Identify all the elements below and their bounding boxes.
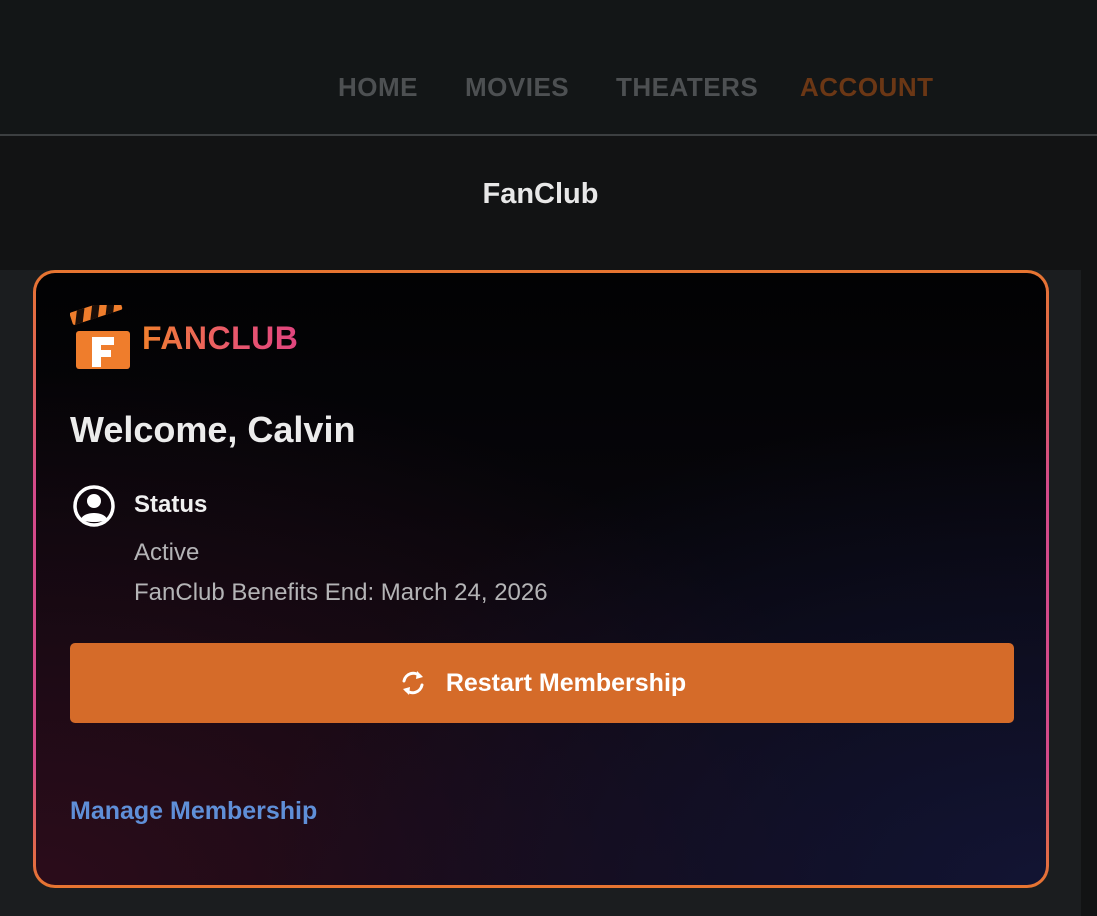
page-title: FanClub [482,178,599,210]
fanclub-card-body: FANCLUB Welcome, Calvin Status Active Fa… [36,273,1046,885]
welcome-heading: Welcome, Calvin [70,409,356,450]
top-navigation: HOME MOVIES THEATERS ACCOUNT [0,0,1097,136]
nav-theaters[interactable]: THEATERS [616,72,758,103]
fanclub-card: FANCLUB Welcome, Calvin Status Active Fa… [33,270,1049,888]
manage-membership-link[interactable]: Manage Membership [70,797,317,826]
nav-account[interactable]: ACCOUNT [800,72,934,103]
status-value: Active [134,539,200,566]
nav-movies[interactable]: MOVIES [465,72,569,103]
user-circle-icon [73,485,115,527]
benefits-end-date: FanClub Benefits End: March 24, 2026 [134,579,548,606]
status-label: Status [134,491,208,518]
nav-home[interactable]: HOME [338,72,418,103]
restart-membership-label: Restart Membership [445,668,687,697]
restart-membership-button[interactable]: Restart Membership [70,643,1014,723]
clapperboard-f-icon [70,305,130,369]
fanclub-logo-text: FANCLUB [142,319,299,356]
fanclub-logo: FANCLUB [70,305,298,371]
refresh-icon [402,671,424,695]
